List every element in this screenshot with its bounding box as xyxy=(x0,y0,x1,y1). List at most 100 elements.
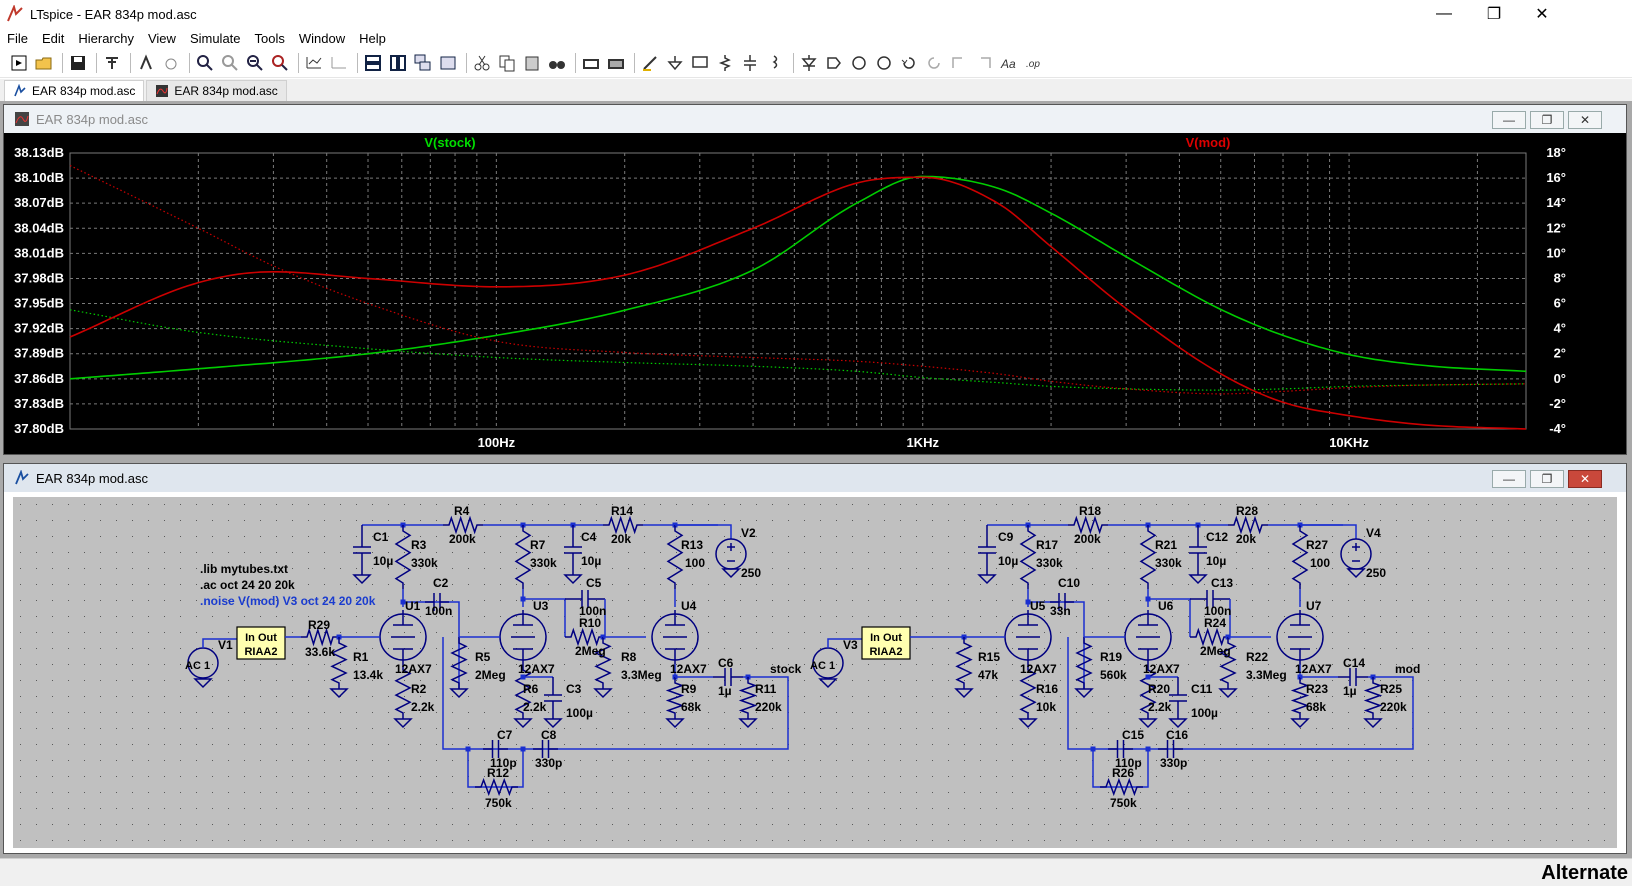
directive-lib[interactable]: .lib mytubes.txt xyxy=(200,562,288,576)
zoom-pan-icon[interactable] xyxy=(219,52,241,74)
schematic-canvas[interactable]: .lib mytubes.txt .ac oct 24 20 20k .nois… xyxy=(13,497,1617,850)
label-r1v: 13.4k xyxy=(353,668,383,682)
schematic-window-title: EAR 834p mod.asc xyxy=(36,470,149,486)
undo-icon[interactable] xyxy=(898,52,920,74)
copy-icon[interactable] xyxy=(496,52,518,74)
toolbar-separator xyxy=(189,52,190,73)
maximize-button[interactable]: ❐ xyxy=(1470,0,1518,28)
waveform-plot[interactable]: V(stock) V(mod) 38.13dB 38.10dB 38.07dB 38.… xyxy=(4,133,1626,454)
print-setup-icon[interactable] xyxy=(580,52,602,74)
plot-close-button[interactable]: ✕ xyxy=(1568,111,1602,129)
minimize-button[interactable]: — xyxy=(1420,0,1468,28)
control-panel-icon[interactable] xyxy=(101,52,123,74)
find-icon[interactable] xyxy=(546,52,568,74)
menu-help[interactable]: Help xyxy=(352,31,393,46)
menu-view[interactable]: View xyxy=(141,31,183,46)
directive-ac[interactable]: .ac oct 24 20 20k xyxy=(200,578,295,592)
redo-icon[interactable] xyxy=(923,52,945,74)
autorange-icon[interactable] xyxy=(303,52,325,74)
y-tick-label-left: 38.01dB xyxy=(14,245,64,260)
label-r6: R6 xyxy=(523,682,539,696)
legend-v-stock[interactable]: V(stock) xyxy=(424,135,475,150)
tab-waveform[interactable]: EAR 834p mod.asc xyxy=(146,80,287,101)
schematic-close-button[interactable]: ✕ xyxy=(1568,470,1602,488)
menu-tools[interactable]: Tools xyxy=(248,31,292,46)
y-tick-label-right: -2° xyxy=(1549,396,1566,411)
label-c8v: 330p xyxy=(535,756,562,770)
label-v2v: 250 xyxy=(741,566,761,580)
label-r9: R9 xyxy=(681,682,697,696)
plot-settings-icon[interactable] xyxy=(328,52,350,74)
label-net-icon[interactable] xyxy=(689,52,711,74)
pan-hand-icon[interactable] xyxy=(160,52,182,74)
tile-horizontal-icon[interactable] xyxy=(362,52,384,74)
zoom-in-icon[interactable] xyxy=(194,52,216,74)
diode-icon[interactable] xyxy=(798,52,820,74)
zoom-out-icon[interactable] xyxy=(244,52,266,74)
capacitor-icon[interactable] xyxy=(739,52,761,74)
label-r5: R19 xyxy=(1100,650,1122,664)
ground-icon[interactable] xyxy=(664,52,686,74)
zoom-fit-icon[interactable] xyxy=(269,52,291,74)
plot-minimize-button[interactable]: — xyxy=(1492,111,1526,129)
label-r14: R14 xyxy=(611,504,633,518)
inductor-icon[interactable] xyxy=(764,52,786,74)
schematic-drawing[interactable]: .lib mytubes.txt .ac oct 24 20 20k .nois… xyxy=(13,497,1617,850)
menu-hierarchy[interactable]: Hierarchy xyxy=(71,31,141,46)
open-folder-icon[interactable] xyxy=(33,52,55,74)
save-icon[interactable] xyxy=(67,52,89,74)
rotate-icon[interactable] xyxy=(948,52,970,74)
cascade-icon[interactable] xyxy=(412,52,434,74)
print-icon[interactable] xyxy=(605,52,627,74)
label-c3v: 100µ xyxy=(1191,706,1218,720)
paste-icon[interactable] xyxy=(521,52,543,74)
legend-v-mod[interactable]: V(mod) xyxy=(1186,135,1231,150)
y-tick-label-right: 16° xyxy=(1546,170,1566,185)
plot-maximize-button[interactable]: ❐ xyxy=(1530,111,1564,129)
directive-noise[interactable]: .noise V(mod) V3 oct 24 20 20k xyxy=(200,594,376,608)
move-icon[interactable] xyxy=(848,52,870,74)
plot-grid xyxy=(69,152,1527,430)
drag-icon[interactable] xyxy=(873,52,895,74)
menu-edit[interactable]: Edit xyxy=(35,31,71,46)
label-r12: R26 xyxy=(1112,766,1134,780)
label-r7: R21 xyxy=(1155,538,1177,552)
spice-directive-icon[interactable]: .op xyxy=(1023,52,1045,74)
schematic-minimize-button[interactable]: — xyxy=(1492,470,1526,488)
text-icon[interactable]: Aa xyxy=(998,52,1020,74)
close-all-icon[interactable] xyxy=(437,52,459,74)
y-tick-label-left: 37.80dB xyxy=(14,421,64,436)
mirror-icon[interactable] xyxy=(973,52,995,74)
label-r12: R12 xyxy=(487,766,509,780)
run-simulation-icon[interactable] xyxy=(135,52,157,74)
menu-simulate[interactable]: Simulate xyxy=(183,31,248,46)
tab-label: EAR 834p mod.asc xyxy=(174,84,278,98)
resistor-icon[interactable] xyxy=(714,52,736,74)
schematic-maximize-button[interactable]: ❐ xyxy=(1530,470,1564,488)
plot-window-title: EAR 834p mod.asc xyxy=(36,111,149,127)
cut-icon[interactable] xyxy=(471,52,493,74)
label-c8: C8 xyxy=(541,728,557,742)
draw-wire-icon[interactable] xyxy=(639,52,661,74)
component-icon[interactable] xyxy=(823,52,845,74)
y-tick-label-right: 14° xyxy=(1546,195,1566,210)
label-c3: C3 xyxy=(566,682,582,696)
label-r12v: 750k xyxy=(485,796,512,810)
label-c8: C16 xyxy=(1166,728,1188,742)
label-r11v: 220k xyxy=(1380,700,1407,714)
label-c7: C7 xyxy=(497,728,513,742)
tile-vertical-icon[interactable] xyxy=(387,52,409,74)
label-r10v: 2Meg xyxy=(1200,644,1231,658)
label-c2: C10 xyxy=(1058,576,1080,590)
menu-window[interactable]: Window xyxy=(292,31,352,46)
new-schematic-icon[interactable] xyxy=(8,52,30,74)
close-button[interactable]: ✕ xyxy=(1518,0,1566,28)
label-v2: V4 xyxy=(1366,526,1381,540)
tab-schematic[interactable]: EAR 834p mod.asc xyxy=(4,80,145,101)
toolbar-separator xyxy=(96,52,97,73)
label-u4: U7 xyxy=(1306,599,1322,613)
waveform-chart[interactable]: V(stock) V(mod) 38.13dB38.10dB38.07dB38.… xyxy=(4,133,1626,454)
y-tick-label-right: 10° xyxy=(1546,245,1566,260)
label-u3: U3 xyxy=(533,599,549,613)
menu-file[interactable]: File xyxy=(0,31,35,46)
